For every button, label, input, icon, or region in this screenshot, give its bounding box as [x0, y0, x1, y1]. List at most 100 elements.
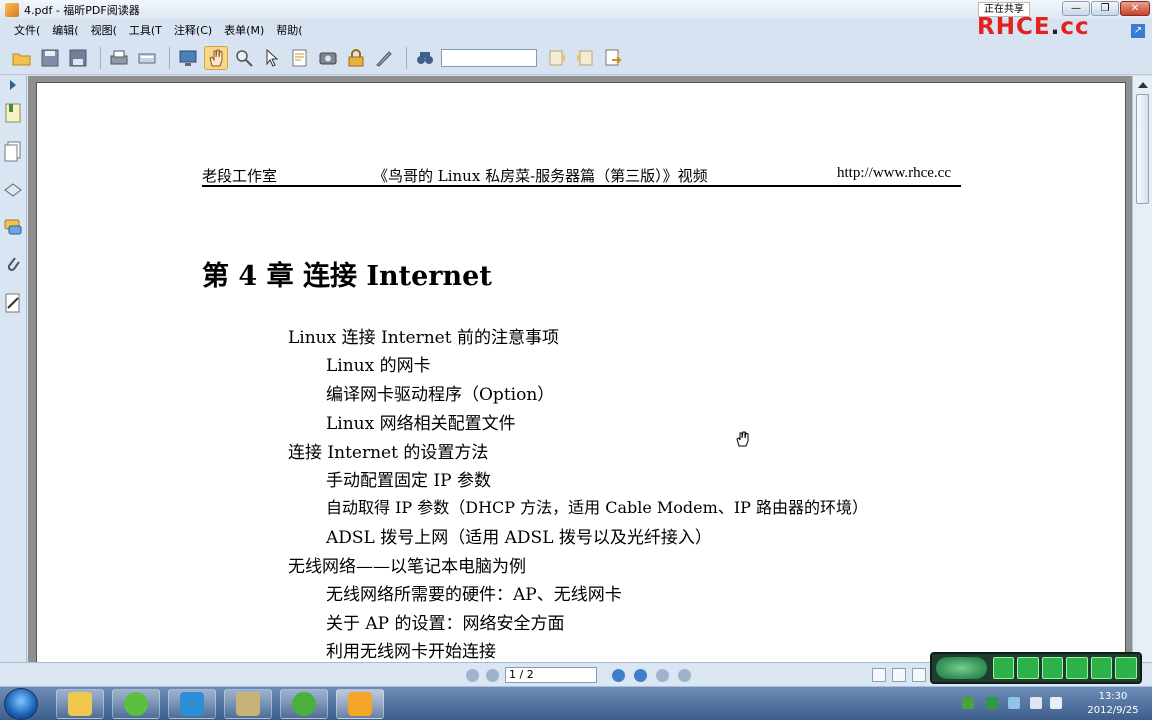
prev-page-icon[interactable]: [486, 669, 499, 682]
save-as-icon[interactable]: [66, 46, 90, 70]
toc-item: Linux 连接 Internet 前的注意事项: [288, 328, 559, 348]
taskbar-qq[interactable]: [168, 689, 216, 719]
tray-chat-icon[interactable]: [1008, 697, 1020, 709]
share-edit-icon[interactable]: [1115, 657, 1137, 679]
screen-share-toolbar: [930, 652, 1142, 684]
toolbar-separator: [100, 46, 101, 69]
page-header-url: http://www.rhce.cc: [837, 165, 951, 181]
menu-bar: 文件( 编辑( 视图( 工具(T 注释(C) 表单(M) 帮助(: [0, 19, 980, 41]
open-folder-icon[interactable]: [10, 46, 34, 70]
left-nav-panel: [0, 76, 27, 662]
pdf-page: 老段工作室 《鸟哥的 Linux 私房菜-服务器篇（第三版）》视频 http:/…: [36, 82, 1126, 662]
logo-cc-text: cc: [1060, 14, 1090, 40]
main-toolbar: [0, 41, 1152, 75]
toc-item: Linux 网络相关配置文件: [326, 414, 516, 434]
scan-icon[interactable]: [135, 46, 159, 70]
vertical-scrollbar[interactable]: [1132, 76, 1152, 662]
toc-item: 无线网络所需要的硬件：AP、无线网卡: [326, 585, 622, 605]
expand-panel-icon[interactable]: [10, 80, 16, 90]
search-prev-icon[interactable]: [545, 46, 569, 70]
hand-tool-icon[interactable]: [204, 45, 228, 70]
toc-item: 利用无线网卡开始连接: [326, 642, 496, 662]
menu-form[interactable]: 表单(M): [224, 22, 264, 38]
toc-item: Linux 的网卡: [326, 356, 431, 376]
taskbar-browser[interactable]: [112, 689, 160, 719]
menu-view[interactable]: 视图(: [91, 22, 117, 38]
logo-dot-text: .: [1050, 14, 1061, 40]
forward-arrow-icon[interactable]: [678, 669, 691, 682]
taskbar-mail[interactable]: [224, 689, 272, 719]
back-arrow-icon[interactable]: [656, 669, 669, 682]
tray-signal-icon[interactable]: [1030, 697, 1042, 709]
parrot-icon: [292, 692, 316, 716]
toc-item: 编译网卡驱动程序（Option）: [326, 385, 555, 405]
pages-icon[interactable]: [3, 140, 23, 162]
text-select-icon[interactable]: [288, 46, 312, 70]
comments-icon[interactable]: [3, 216, 23, 238]
qq-icon: [180, 692, 204, 716]
share-tool-icon[interactable]: [1017, 657, 1039, 679]
refresh-icon: [124, 692, 148, 716]
menu-help[interactable]: 帮助(: [276, 22, 302, 38]
page-header-left: 老段工作室: [202, 167, 278, 185]
rms-lock-icon[interactable]: [344, 46, 368, 70]
windows-taskbar: 13:30 2012/9/25: [0, 686, 1152, 720]
next-page-icon[interactable]: [612, 669, 625, 682]
fullscreen-icon[interactable]: [176, 46, 200, 70]
toolbar-separator: [406, 46, 407, 69]
toc-item: 手动配置固定 IP 参数: [326, 471, 491, 491]
logo-main-text: RHCE: [977, 14, 1051, 40]
foxit-icon: [348, 692, 372, 716]
layers-icon[interactable]: [3, 178, 23, 200]
folder-icon: [68, 692, 92, 716]
single-page-view-icon[interactable]: [872, 668, 886, 682]
signatures-icon[interactable]: [3, 292, 23, 314]
tray-app-icon[interactable]: [986, 697, 998, 709]
toc-item: 关于 AP 的设置：网络安全方面: [326, 614, 565, 634]
menu-comment[interactable]: 注释(C): [174, 22, 212, 38]
scroll-up-icon[interactable]: [1138, 82, 1148, 88]
toc-item: 自动取得 IP 参数（DHCP 方法，适用 Cable Modem、IP 路由器…: [326, 498, 868, 517]
attachments-icon[interactable]: [3, 254, 23, 276]
export-icon[interactable]: [601, 46, 625, 70]
page-number-input[interactable]: 1 / 2: [505, 667, 597, 683]
snapshot-icon[interactable]: [316, 46, 340, 70]
share-chat-icon[interactable]: [1090, 657, 1113, 679]
maximize-button[interactable]: ❐: [1091, 1, 1119, 16]
share-exit-icon[interactable]: [992, 657, 1015, 679]
hand-cursor-icon: [736, 431, 749, 447]
share-attendees-icon[interactable]: [1066, 657, 1088, 679]
app-icon: [5, 2, 19, 17]
tray-volume-icon[interactable]: [1050, 697, 1062, 709]
tray-clock[interactable]: 13:30 2012/9/25: [1082, 690, 1144, 718]
save-icon[interactable]: [38, 46, 62, 70]
share-user-icon[interactable]: [1041, 657, 1064, 679]
sign-icon[interactable]: [372, 46, 396, 70]
menu-edit[interactable]: 编辑(: [52, 22, 78, 38]
taskbar-parrot[interactable]: [280, 689, 328, 719]
clock-time: 13:30: [1098, 691, 1128, 702]
tray-network-icon[interactable]: [962, 697, 974, 709]
find-binoculars-icon[interactable]: [413, 46, 437, 70]
document-viewport[interactable]: 老段工作室 《鸟哥的 Linux 私房菜-服务器篇（第三版）》视频 http:/…: [28, 76, 1132, 662]
continuous-view-icon[interactable]: [892, 668, 906, 682]
taskbar-foxit-reader[interactable]: [336, 689, 384, 719]
expand-corner-icon[interactable]: ↗: [1131, 24, 1145, 38]
search-next-icon[interactable]: [573, 46, 597, 70]
select-arrow-icon[interactable]: [260, 46, 284, 70]
last-page-icon[interactable]: [634, 669, 647, 682]
zoom-tool-icon[interactable]: [232, 46, 256, 70]
bookmarks-icon[interactable]: [3, 102, 23, 124]
close-button[interactable]: ✕: [1120, 1, 1150, 16]
start-button[interactable]: [4, 688, 38, 720]
search-input[interactable]: [441, 48, 537, 67]
first-page-icon[interactable]: [466, 669, 479, 682]
taskbar-file-explorer[interactable]: [56, 689, 104, 719]
print-icon[interactable]: [107, 46, 131, 70]
menu-tools[interactable]: 工具(T: [129, 22, 162, 38]
scroll-thumb[interactable]: [1136, 94, 1149, 204]
facing-view-icon[interactable]: [912, 668, 926, 682]
menu-file[interactable]: 文件(: [14, 22, 40, 38]
toc-item: 无线网络——以笔记本电脑为例: [288, 557, 526, 577]
share-app-logo-icon: [936, 657, 987, 679]
